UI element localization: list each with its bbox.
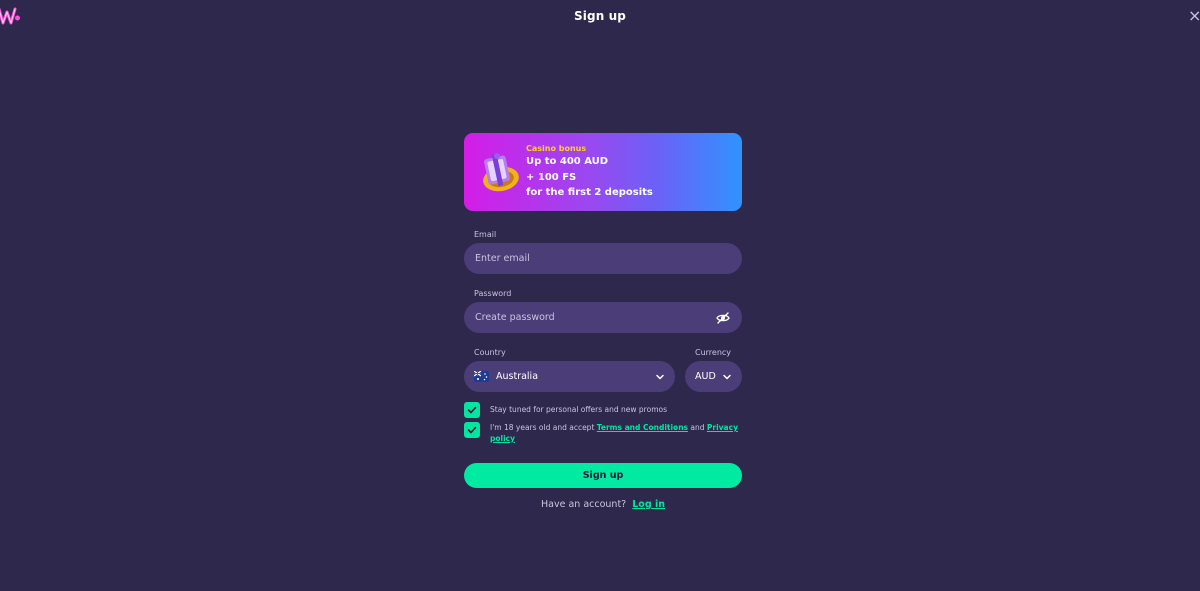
- login-question: Have an account?: [541, 499, 627, 510]
- country-currency-row: Country Australia Currency AUD: [464, 347, 742, 392]
- checkmark-icon: [467, 406, 477, 414]
- country-select[interactable]: Australia: [464, 361, 675, 392]
- password-field[interactable]: Create password: [464, 302, 742, 333]
- currency-value: AUD: [695, 371, 716, 382]
- top-bar: Sign up ×: [0, 0, 1200, 34]
- close-icon: ×: [1188, 6, 1200, 25]
- checkmark-icon: [467, 426, 477, 434]
- currency-label: Currency: [695, 348, 732, 357]
- terms-link[interactable]: Terms and Conditions: [597, 423, 688, 432]
- promos-consent-row: Stay tuned for personal offers and new p…: [464, 402, 742, 418]
- password-label: Password: [474, 289, 512, 298]
- bonus-free-spins: + 100 FS: [526, 171, 577, 183]
- promos-consent-text: Stay tuned for personal offers and new p…: [490, 405, 667, 414]
- email-field[interactable]: Enter email: [464, 243, 742, 274]
- bonus-banner: Casino bonus Up to 400 AUD + 100 FS for …: [464, 133, 742, 211]
- bonus-condition: for the first 2 deposits: [526, 187, 653, 198]
- login-prompt: Have an account? Log in: [464, 499, 742, 510]
- eye-off-icon[interactable]: [716, 311, 730, 325]
- chevron-down-icon: [656, 374, 664, 380]
- currency-group: Currency AUD: [685, 347, 742, 392]
- bonus-kicker: Casino bonus: [526, 144, 587, 153]
- australia-flag-icon: [474, 371, 489, 382]
- terms-prefix: I'm 18 years old and accept: [490, 423, 597, 432]
- terms-consent-text: I'm 18 years old and accept Terms and Co…: [490, 422, 742, 444]
- password-placeholder: Create password: [475, 312, 555, 323]
- bonus-text: Casino bonus Up to 400 AUD + 100 FS for …: [526, 143, 653, 201]
- terms-consent-row: I'm 18 years old and accept Terms and Co…: [464, 422, 742, 444]
- promos-checkbox[interactable]: [464, 402, 480, 418]
- login-link[interactable]: Log in: [632, 499, 665, 510]
- terms-checkbox[interactable]: [464, 422, 480, 438]
- signup-form: Casino bonus Up to 400 AUD + 100 FS for …: [464, 133, 742, 510]
- email-placeholder: Enter email: [475, 253, 530, 264]
- country-label: Country: [474, 348, 506, 357]
- close-button[interactable]: ×: [1188, 6, 1200, 26]
- modal-title: Sign up: [574, 9, 626, 23]
- email-label: Email: [474, 230, 497, 239]
- terms-and: and: [688, 423, 707, 432]
- country-value: Australia: [496, 371, 539, 382]
- currency-select[interactable]: AUD: [685, 361, 742, 392]
- chevron-down-icon: [723, 374, 731, 380]
- signup-button[interactable]: Sign up: [464, 463, 742, 488]
- country-group: Country Australia: [464, 347, 675, 392]
- bonus-amount: Up to 400 AUD: [526, 156, 609, 167]
- gift-box-icon: [483, 153, 519, 192]
